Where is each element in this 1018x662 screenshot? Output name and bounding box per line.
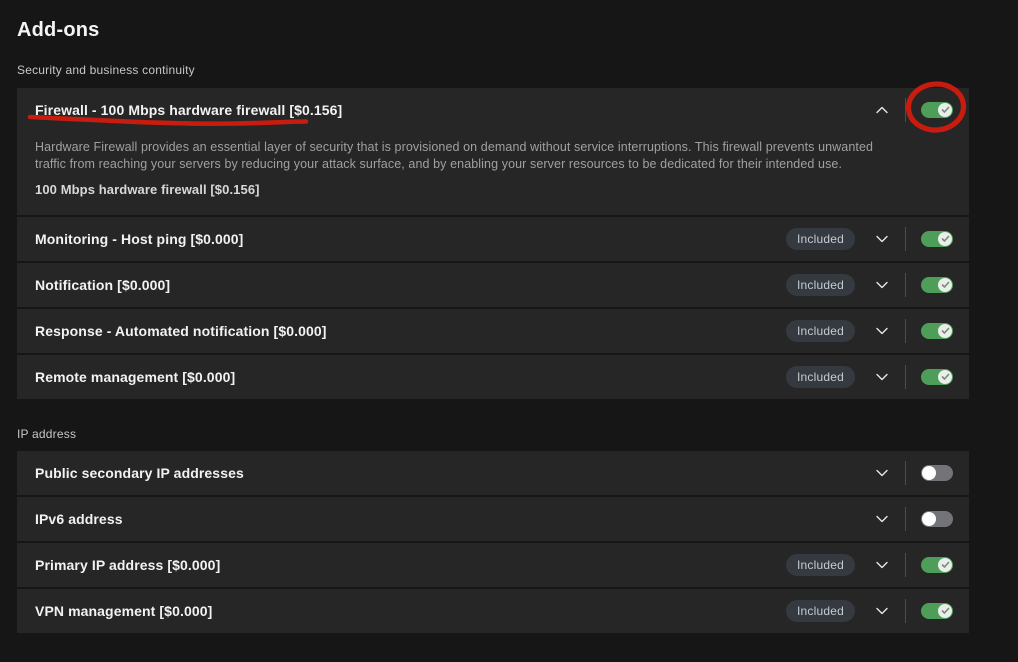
addon-row-remote-management[interactable]: Remote management [$0.000] Included (17, 355, 969, 399)
chevron-down-icon[interactable] (869, 599, 895, 623)
addon-title: Monitoring - Host ping [$0.000] (35, 231, 786, 247)
chevron-down-icon[interactable] (869, 319, 895, 343)
divider (905, 599, 906, 623)
addon-row-response[interactable]: Response - Automated notification [$0.00… (17, 309, 969, 353)
addon-title: VPN management [$0.000] (35, 603, 786, 619)
monitoring-toggle[interactable] (921, 231, 953, 247)
row-controls: Included (786, 599, 953, 623)
chevron-down-icon[interactable] (869, 273, 895, 297)
divider (905, 507, 906, 531)
row-controls: Included (786, 227, 953, 251)
firewall-details: Hardware Firewall provides an essential … (17, 132, 969, 215)
addon-title: IPv6 address (35, 511, 869, 527)
toggle-knob (938, 232, 952, 246)
notification-toggle[interactable] (921, 277, 953, 293)
ip-address-rows: Public secondary IP addresses IPv6 addre… (17, 451, 969, 633)
row-controls (869, 507, 953, 531)
addon-title: Response - Automated notification [$0.00… (35, 323, 786, 339)
toggle-knob (938, 324, 952, 338)
addon-row-ipv6[interactable]: IPv6 address (17, 497, 969, 541)
row-controls: Included (786, 319, 953, 343)
row-controls (869, 461, 953, 485)
addon-panel-firewall: Firewall - 100 Mbps hardware firewall [$… (17, 88, 969, 215)
chevron-down-icon[interactable] (869, 227, 895, 251)
included-badge: Included (786, 600, 855, 622)
addon-title: Notification [$0.000] (35, 277, 786, 293)
addon-row-primary-ip[interactable]: Primary IP address [$0.000] Included (17, 543, 969, 587)
security-rows: Firewall - 100 Mbps hardware firewall [$… (17, 88, 969, 399)
divider (905, 461, 906, 485)
section-label-ip-address: IP address (17, 427, 1002, 441)
vpn-management-toggle[interactable] (921, 603, 953, 619)
toggle-knob (938, 278, 952, 292)
addon-row-vpn-management[interactable]: VPN management [$0.000] Included (17, 589, 969, 633)
row-controls (869, 98, 953, 122)
addon-row-monitoring[interactable]: Monitoring - Host ping [$0.000] Included (17, 217, 969, 261)
toggle-knob (922, 466, 936, 480)
remote-management-toggle[interactable] (921, 369, 953, 385)
divider (905, 227, 906, 251)
row-controls: Included (786, 273, 953, 297)
addon-row-firewall[interactable]: Firewall - 100 Mbps hardware firewall [$… (17, 88, 969, 132)
chevron-down-icon[interactable] (869, 365, 895, 389)
toggle-knob (938, 604, 952, 618)
toggle-knob (938, 370, 952, 384)
firewall-description: Hardware Firewall provides an essential … (35, 139, 887, 172)
section-label-security: Security and business continuity (17, 63, 1002, 77)
divider (905, 319, 906, 343)
addon-row-notification[interactable]: Notification [$0.000] Included (17, 263, 969, 307)
toggle-knob (922, 512, 936, 526)
chevron-down-icon[interactable] (869, 553, 895, 577)
divider (905, 553, 906, 577)
public-secondary-ip-toggle[interactable] (921, 465, 953, 481)
response-toggle[interactable] (921, 323, 953, 339)
included-badge: Included (786, 228, 855, 250)
firewall-toggle[interactable] (921, 102, 953, 118)
divider (905, 365, 906, 389)
chevron-up-icon[interactable] (869, 98, 895, 122)
addon-title: Firewall - 100 Mbps hardware firewall [$… (35, 102, 869, 118)
primary-ip-toggle[interactable] (921, 557, 953, 573)
ipv6-toggle[interactable] (921, 511, 953, 527)
row-controls: Included (786, 365, 953, 389)
chevron-down-icon[interactable] (869, 507, 895, 531)
addon-title: Public secondary IP addresses (35, 465, 869, 481)
included-badge: Included (786, 274, 855, 296)
divider (905, 98, 906, 122)
addon-title: Remote management [$0.000] (35, 369, 786, 385)
included-badge: Included (786, 320, 855, 342)
included-badge: Included (786, 554, 855, 576)
toggle-knob (938, 103, 952, 117)
addon-row-public-secondary-ip[interactable]: Public secondary IP addresses (17, 451, 969, 495)
addon-title: Primary IP address [$0.000] (35, 557, 786, 573)
page-title: Add-ons (17, 19, 1002, 42)
addons-page: Add-ons Security and business continuity… (0, 0, 1018, 662)
chevron-down-icon[interactable] (869, 461, 895, 485)
toggle-knob (938, 558, 952, 572)
row-controls: Included (786, 553, 953, 577)
included-badge: Included (786, 366, 855, 388)
firewall-selected-option: 100 Mbps hardware firewall [$0.156] (35, 182, 953, 197)
divider (905, 273, 906, 297)
